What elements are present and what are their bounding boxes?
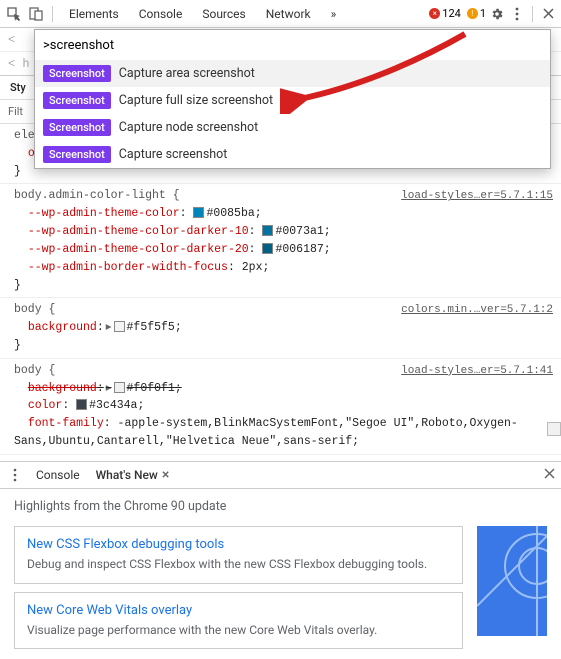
whatsnew-card-flexbox[interactable]: New CSS Flexbox debugging tools Debug an… (14, 526, 463, 584)
card-desc: Debug and inspect CSS Flexbox with the n… (27, 556, 450, 573)
settings-icon[interactable] (488, 5, 506, 23)
source-link[interactable]: load-styles…er=5.7.1:15 (401, 188, 553, 205)
cmd-category-badge: Screenshot (43, 92, 111, 109)
color-swatch[interactable] (193, 207, 204, 218)
source-link[interactable]: colors.min.…ver=5.7.1:2 (401, 302, 553, 319)
filter-label[interactable]: Filt (8, 105, 23, 118)
inspect-icon[interactable] (4, 4, 24, 24)
css-val[interactable]: #0085ba (206, 207, 254, 220)
css-rule-body-loadstyles[interactable]: load-styles…er=5.7.1:41 body { backgroun… (0, 359, 561, 455)
whatsnew-heading: Highlights from the Chrome 90 update (14, 499, 547, 514)
css-val[interactable]: 2px (242, 261, 263, 274)
warning-dot-icon: ! (467, 8, 478, 19)
css-val[interactable]: #f5f5f5 (127, 321, 175, 334)
more-menu-icon[interactable] (508, 5, 526, 23)
css-val[interactable]: #006187 (275, 243, 323, 256)
cmd-label: Capture full size screenshot (119, 93, 273, 108)
breadcrumb-lt: < (8, 33, 15, 47)
card-desc: Visualize page performance with the new … (27, 622, 450, 639)
color-swatch[interactable] (76, 399, 87, 410)
whatsnew-card-webvitals[interactable]: New Core Web Vitals overlay Visualize pa… (14, 592, 463, 650)
css-prop[interactable]: background (28, 321, 97, 334)
error-count: 124 (442, 7, 461, 20)
expand-icon[interactable]: ▸ (106, 321, 112, 334)
whatsnew-thumbnail (477, 526, 547, 636)
color-swatch[interactable] (262, 243, 273, 254)
command-menu: Screenshot Capture area screenshot Scree… (34, 29, 551, 169)
separator (52, 6, 53, 22)
css-prop[interactable]: color (28, 399, 63, 412)
drawer-tabs: Console What's New × (0, 461, 561, 489)
drawer-tab-console[interactable]: Console (32, 464, 84, 486)
css-rule-body-colors[interactable]: colors.min.…ver=5.7.1:2 body { backgroun… (0, 298, 561, 358)
main-tabs: Elements Console Sources Network » (59, 1, 427, 27)
color-swatch[interactable] (114, 321, 125, 332)
separator (532, 6, 533, 22)
source-link[interactable]: load-styles…er=5.7.1:41 (401, 363, 553, 380)
warning-count: 1 (480, 7, 486, 20)
cmd-label: Capture area screenshot (119, 66, 255, 81)
css-val[interactable]: #0073a1 (275, 225, 323, 238)
css-prop-overridden[interactable]: background (28, 382, 97, 395)
devtools-toolbar: Elements Console Sources Network » ×124 … (0, 0, 561, 28)
error-warning-badges[interactable]: ×124 !1 (429, 7, 486, 20)
tab-sources[interactable]: Sources (192, 1, 255, 27)
cmd-category-badge: Screenshot (43, 119, 111, 136)
cmd-label: Capture screenshot (119, 147, 228, 162)
drawer-tab-whatsnew[interactable]: What's New × (92, 463, 174, 487)
tab-network[interactable]: Network (256, 1, 321, 27)
command-list: Screenshot Capture area screenshot Scree… (35, 60, 550, 168)
tab-console[interactable]: Console (129, 1, 193, 27)
tab-elements[interactable]: Elements (59, 1, 129, 27)
css-prop[interactable]: --wp-admin-theme-color (28, 207, 180, 220)
cmd-category-badge: Screenshot (43, 65, 111, 82)
card-title: New CSS Flexbox debugging tools (27, 537, 450, 552)
device-toggle-icon[interactable] (26, 4, 46, 24)
styles-tab[interactable]: Sty (8, 77, 28, 98)
command-input[interactable] (35, 30, 550, 60)
error-dot-icon: × (429, 8, 440, 19)
css-prop[interactable]: font-family (28, 417, 104, 430)
cmd-item-capture-node[interactable]: Screenshot Capture node screenshot (35, 114, 550, 141)
css-val[interactable]: #3c434a (89, 399, 137, 412)
styles-panel: ele overflow:▸visible; } load-styles…er=… (0, 124, 561, 455)
breadcrumb-h: < h (8, 57, 30, 71)
scrollbar-corner (547, 422, 561, 436)
tab-close-icon[interactable]: × (162, 467, 169, 483)
drawer-close-icon[interactable] (544, 468, 555, 482)
css-rule-admin-color-light[interactable]: load-styles…er=5.7.1:15 body.admin-color… (0, 184, 561, 298)
drawer-tab-label: What's New (96, 468, 158, 482)
cmd-item-capture-area[interactable]: Screenshot Capture area screenshot (35, 60, 550, 87)
drawer-more-icon[interactable] (6, 466, 24, 484)
css-val[interactable]: #f0f0f1 (127, 382, 175, 395)
css-prop[interactable]: --wp-admin-theme-color-darker-10 (28, 225, 249, 238)
color-swatch[interactable] (114, 382, 125, 393)
card-title: New Core Web Vitals overlay (27, 603, 450, 618)
drawer-body: Highlights from the Chrome 90 update New… (0, 489, 561, 659)
cmd-item-capture-fullsize[interactable]: Screenshot Capture full size screenshot (35, 87, 550, 114)
expand-icon[interactable]: ▸ (106, 382, 112, 395)
css-prop[interactable]: --wp-admin-border-width-focus (28, 261, 228, 274)
cmd-item-capture-screenshot[interactable]: Screenshot Capture screenshot (35, 141, 550, 168)
tabs-overflow-icon[interactable]: » (321, 1, 347, 27)
color-swatch[interactable] (262, 225, 273, 236)
cmd-label: Capture node screenshot (119, 120, 258, 135)
css-prop[interactable]: --wp-admin-theme-color-darker-20 (28, 243, 249, 256)
close-devtools-icon[interactable] (539, 5, 557, 23)
cmd-category-badge: Screenshot (43, 146, 111, 163)
